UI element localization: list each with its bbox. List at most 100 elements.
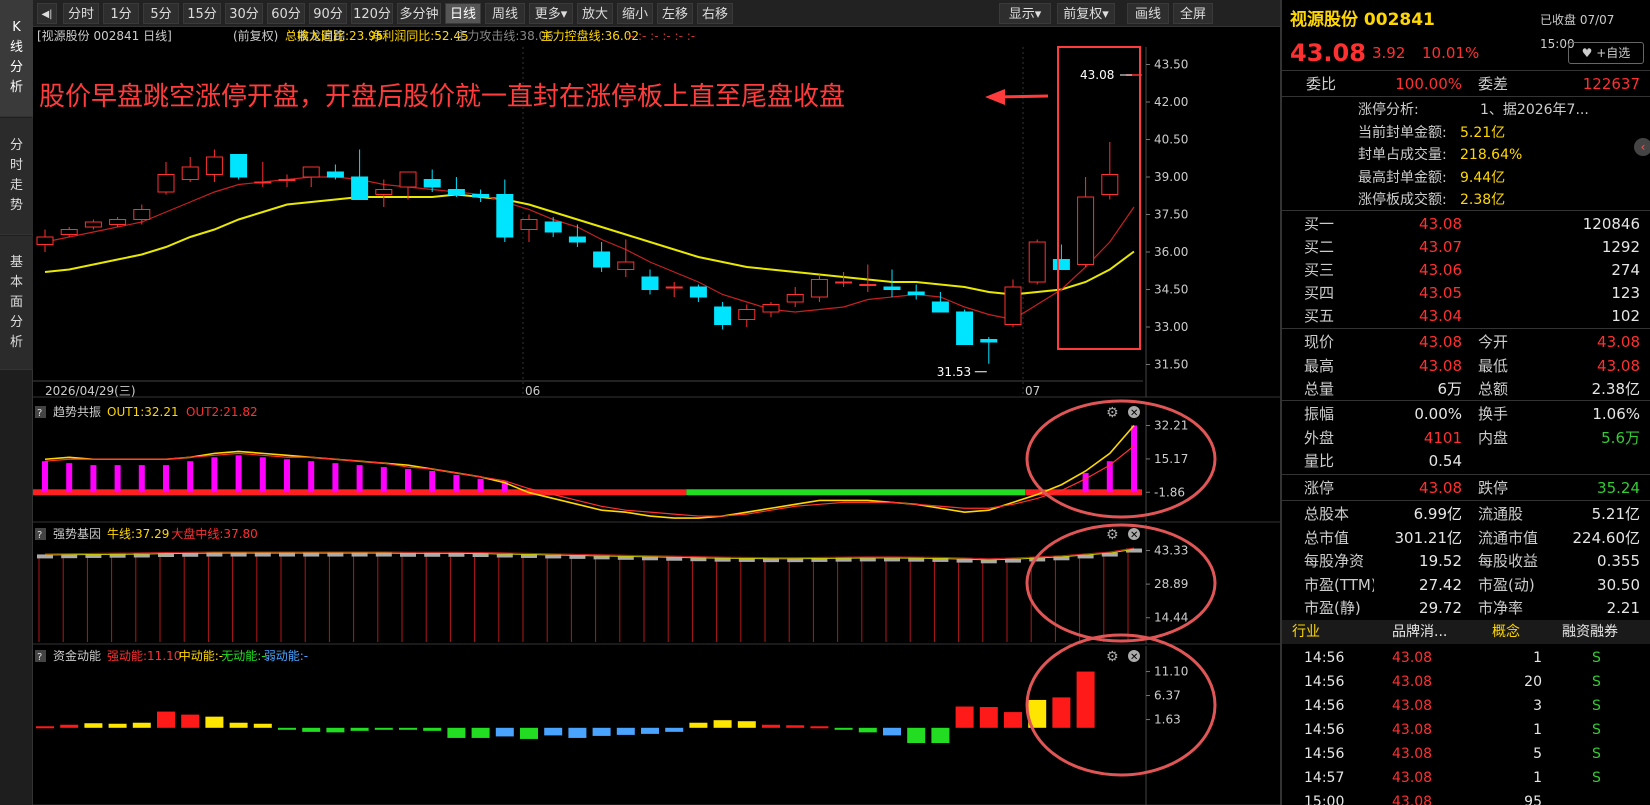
period-15分[interactable]: 15分: [183, 3, 221, 24]
trend-bar: [66, 463, 73, 493]
candle: [157, 162, 175, 195]
candle-body: [1052, 259, 1070, 270]
chart-header: [视源股份 002841 日线] (前复权) 擒龙追踪总收入同比:23.95净利润同…: [37, 28, 695, 43]
subpanel-title: 资金动能: [53, 648, 101, 663]
collapse-icon[interactable]: ◀|: [37, 3, 57, 24]
zoom_out-button[interactable]: 缩小: [617, 3, 653, 24]
fund-value: 0.355: [1597, 552, 1640, 570]
tick-price: 43.08: [1392, 746, 1433, 762]
period-周线[interactable]: 周线: [485, 3, 525, 24]
left-tab-2[interactable]: 基本面分析: [0, 236, 33, 370]
flow-bar: [689, 722, 708, 728]
bid-price[interactable]: 43.06: [1392, 258, 1462, 282]
weicha-value: 122637: [1582, 75, 1640, 93]
fund-label: 每股收益: [1478, 552, 1539, 570]
candle-body: [738, 309, 756, 320]
tag-1[interactable]: 品牌消...: [1392, 620, 1447, 644]
candle-body: [617, 261, 635, 270]
bid-volume: 1292: [1601, 238, 1640, 256]
period-60分[interactable]: 60分: [267, 3, 305, 24]
trend-bar: [90, 465, 97, 493]
period-5分[interactable]: 5分: [143, 3, 179, 24]
fullscreen-button[interactable]: 全屏: [1173, 3, 1213, 24]
period-1分[interactable]: 1分: [103, 3, 139, 24]
left-tab-0[interactable]: K线分析: [0, 0, 33, 117]
y-tick-label: 6.37: [1154, 689, 1181, 703]
zoom_in-button[interactable]: 放大: [577, 3, 613, 24]
tag-2[interactable]: 概念: [1492, 620, 1520, 644]
period-30分[interactable]: 30分: [225, 3, 263, 24]
date-label-jun: 06: [525, 384, 540, 398]
quote-row: 14:56 43.08 1 S: [1282, 718, 1650, 742]
adjust-button[interactable]: 前复权▾: [1057, 3, 1115, 24]
candle-body: [36, 236, 54, 245]
candle-body: [641, 276, 659, 290]
display-button[interactable]: 显示▾: [999, 3, 1051, 24]
date-label-start: 2026/04/29(三): [45, 384, 136, 398]
left-tab-char: 基: [9, 254, 23, 270]
divider: [1282, 96, 1650, 97]
bid-volume: 274: [1611, 261, 1640, 279]
candle-body: [157, 174, 175, 193]
candle-body: [689, 286, 707, 298]
stat-value: 4101: [1423, 428, 1462, 447]
y-tick-label: 39.00: [1154, 170, 1188, 184]
candle: [931, 292, 949, 313]
period-90分[interactable]: 90分: [309, 3, 347, 24]
tick-price: 43.08: [1392, 770, 1433, 786]
right-button[interactable]: 右移: [697, 3, 733, 24]
candle: [326, 164, 344, 180]
bid-price[interactable]: 43.07: [1392, 235, 1462, 259]
draw-button[interactable]: 画线: [1127, 3, 1169, 24]
stat-value: 43.08: [1597, 333, 1640, 351]
quote-row: 43.08 3.92 10.01% ♥ +自选: [1282, 38, 1650, 68]
tag-0[interactable]: 行业: [1292, 620, 1320, 644]
quote-panel: 视源股份 002841 已收盘 07/07 15:00 43.08 3.92 10.01…: [1280, 0, 1650, 805]
settings-gear-icon[interactable]: ⚙: [1106, 649, 1119, 665]
kline-chart-svg[interactable]: [视源股份 002841 日线] (前复权) 擒龙追踪总收入同比:23.95净利润同…: [33, 27, 1280, 805]
divider: [1282, 210, 1650, 211]
period-分时[interactable]: 分时: [63, 3, 99, 24]
left-button[interactable]: 左移: [657, 3, 693, 24]
candle-body: [181, 166, 199, 180]
period-多分钟[interactable]: 多分钟: [397, 3, 441, 24]
add-watchlist-button[interactable]: ♥ +自选: [1568, 42, 1644, 64]
candle-body: [302, 166, 320, 178]
scroll-left-icon[interactable]: ‹: [1634, 138, 1650, 156]
trend-bar: [42, 461, 48, 493]
left-tab-char: 面: [9, 294, 23, 310]
bid-label: 买一: [1304, 215, 1335, 233]
period-日线[interactable]: 日线: [445, 3, 481, 24]
candle-body: [496, 194, 514, 238]
tick-time: 14:56: [1304, 746, 1345, 762]
flow-bar: [326, 727, 345, 733]
bid-price[interactable]: 43.04: [1392, 304, 1462, 328]
stat-label: 总量: [1304, 380, 1335, 398]
left-tab-char: 走: [9, 178, 23, 193]
settings-gear-icon[interactable]: ⚙: [1106, 405, 1119, 421]
candle: [689, 284, 707, 302]
quote-row: 涨停 43.08 跌停 35.24: [1282, 476, 1650, 499]
left-tab-1[interactable]: 分时走势: [0, 118, 33, 235]
tag-3[interactable]: 融资融券: [1562, 620, 1618, 644]
period-120分[interactable]: 120分: [351, 3, 393, 24]
flow-bar: [1052, 697, 1071, 728]
candle-body: [980, 339, 998, 343]
tick-volume: 5: [1533, 746, 1542, 762]
flow-bar: [592, 727, 611, 736]
bid-price[interactable]: 43.05: [1392, 281, 1462, 305]
flow-bar: [1004, 712, 1022, 728]
more-button[interactable]: 更多▾: [529, 3, 573, 24]
trend-bar: [380, 467, 387, 493]
tick-price: 43.08: [1392, 794, 1433, 805]
stat-value: 2.38亿: [1591, 380, 1640, 398]
stat-label: 振幅: [1304, 405, 1335, 423]
settings-gear-icon[interactable]: ⚙: [1106, 527, 1119, 543]
flow-bar: [181, 714, 200, 728]
limit-info-label: 当前封单金额:: [1358, 124, 1447, 141]
quote-row: 买五 43.04 102: [1282, 304, 1650, 327]
bid-price[interactable]: 43.08: [1392, 212, 1462, 236]
y-tick-label: 43.33: [1154, 544, 1188, 558]
candle: [133, 204, 151, 225]
stat-value: 0.54: [1428, 452, 1462, 470]
